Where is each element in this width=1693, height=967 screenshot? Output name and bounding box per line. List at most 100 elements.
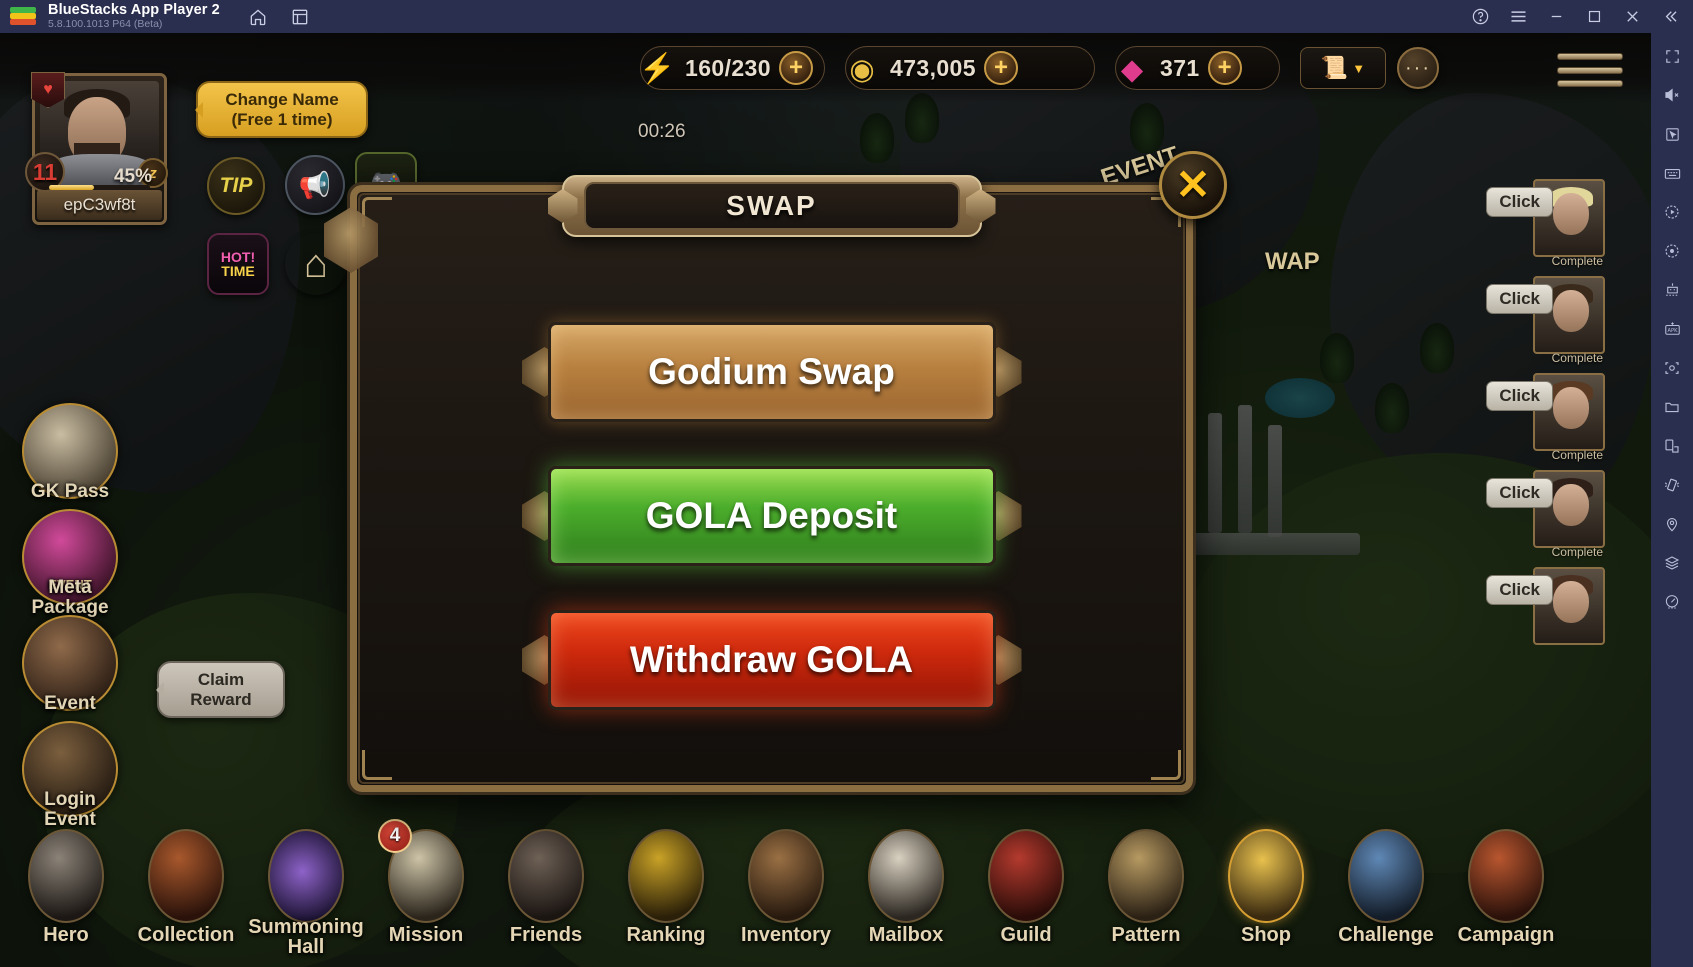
player-name: epC3wf8t (37, 190, 162, 220)
left-menu-item-meta-package[interactable]: EVENT Meta Package (22, 509, 118, 617)
change-name-tooltip[interactable]: Change Name (Free 1 time) (195, 81, 368, 139)
svg-text:APK: APK (1667, 327, 1678, 333)
gem-resource[interactable]: ◆ 371 + (1115, 46, 1280, 90)
quest-click-button[interactable]: Click (1486, 478, 1553, 508)
left-menu-item-gk-pass[interactable]: GK Pass (22, 403, 118, 501)
install-apk-icon[interactable]: APK (1657, 314, 1687, 344)
nav-label: Challenge (1338, 924, 1434, 946)
quest-click-button[interactable]: Click (1486, 381, 1553, 411)
nav-label: Collection (137, 924, 235, 946)
quest-row[interactable]: Click Complete (1455, 367, 1605, 464)
hot-time-button[interactable]: HOT! TIME (207, 233, 269, 295)
more-options-button[interactable]: ··· (1397, 47, 1439, 89)
megaphone-icon: 📢 (298, 169, 332, 200)
mailbox-icon (868, 829, 944, 923)
home-icon[interactable] (248, 7, 268, 27)
challenge-icon (1348, 829, 1424, 923)
quest-row[interactable]: Click (1455, 561, 1605, 658)
portrait-face (1553, 193, 1589, 235)
nav-item-inventory[interactable]: Inventory (726, 827, 846, 959)
claim-reward-line-1: Claim (197, 670, 245, 689)
rotate-screen-icon[interactable] (1657, 431, 1687, 461)
left-menu-label: Meta (48, 577, 92, 599)
nav-item-collection[interactable]: Collection (126, 827, 246, 959)
nav-item-summoning-hall[interactable]: Summoning Hall (246, 827, 366, 959)
gem-add-button[interactable]: + (1207, 51, 1242, 85)
gold-add-button[interactable]: + (983, 51, 1018, 85)
quest-click-button[interactable]: Click (1486, 284, 1553, 314)
energy-add-button[interactable]: + (778, 51, 813, 85)
mail-scroll-button[interactable]: 📜 ▼ (1300, 47, 1386, 89)
screenshot-icon[interactable] (1657, 353, 1687, 383)
shake-icon[interactable] (1657, 470, 1687, 500)
layers-icon[interactable] (1657, 548, 1687, 578)
nav-item-mailbox[interactable]: Mailbox (846, 827, 966, 959)
menu-button[interactable] (1499, 0, 1537, 33)
godium-swap-button[interactable]: Godium Swap (521, 322, 1022, 422)
nav-item-pattern[interactable]: Pattern (1086, 827, 1206, 959)
game-menu-button[interactable] (1557, 53, 1623, 87)
inventory-icon (748, 829, 824, 923)
nav-item-campaign[interactable]: Campaign (1446, 827, 1566, 959)
coin-icon: ◉ (849, 53, 875, 86)
hamburger-line (1557, 66, 1623, 74)
portrait-face (1553, 484, 1589, 526)
minimize-button[interactable] (1537, 0, 1575, 33)
left-menu-item-login-event[interactable]: Login Event (22, 721, 118, 829)
godium-swap-label: Godium Swap (648, 351, 895, 392)
window-controls (1461, 0, 1689, 33)
help-button[interactable] (1461, 0, 1499, 33)
pointer-icon[interactable] (1657, 119, 1687, 149)
nav-item-guild[interactable]: Guild (966, 827, 1086, 959)
keyboard-controls-icon[interactable] (1657, 158, 1687, 188)
claim-reward-tooltip[interactable]: Claim Reward (156, 661, 285, 719)
energy-resource[interactable]: ⚡ 160/230 + (639, 46, 825, 90)
claim-reward-line-2: Reward (190, 689, 252, 709)
app-title: BlueStacks App Player 2 (48, 1, 220, 18)
nav-item-ranking[interactable]: Ranking (606, 827, 726, 959)
nav-item-friends[interactable]: Friends (486, 827, 606, 959)
left-menu-item-event[interactable]: Event (22, 615, 118, 713)
bluestacks-titlebar[interactable]: BlueStacks App Player 2 5.8.100.1013 P64… (0, 0, 1693, 33)
close-dialog-button[interactable]: ✕ (1159, 151, 1227, 219)
nav-item-shop[interactable]: Shop (1206, 827, 1326, 959)
player-card[interactable]: ♥ 11 z 45% epC3wf8t (25, 72, 168, 225)
dialog-title-inner: SWAP (583, 182, 960, 230)
media-folder-icon[interactable] (1657, 392, 1687, 422)
quest-row[interactable]: Click Complete (1455, 173, 1605, 270)
collapse-button[interactable] (1651, 0, 1689, 33)
quest-click-button[interactable]: Click (1486, 575, 1553, 605)
quest-row[interactable]: Click Complete (1455, 464, 1605, 561)
announcement-button[interactable]: 📢 (285, 155, 345, 215)
nav-label: Mailbox (868, 924, 944, 946)
left-menu: GK Pass EVENT Meta Package Event Login E… (14, 403, 126, 829)
close-button[interactable] (1613, 0, 1651, 33)
quest-click-button[interactable]: Click (1486, 187, 1553, 217)
dialog-title: SWAP (726, 190, 817, 221)
hot-time-label-2: TIME (221, 263, 255, 279)
mute-icon[interactable] (1657, 80, 1687, 110)
location-icon[interactable] (1657, 509, 1687, 539)
tip-button[interactable]: TIP (207, 157, 265, 215)
withdraw-gola-surface: Withdraw GOLA (547, 610, 996, 710)
macro-play-icon[interactable] (1657, 197, 1687, 227)
macro-record-icon[interactable] (1657, 236, 1687, 266)
nav-label: Inventory (740, 924, 832, 946)
tip-label: TIP (219, 174, 253, 197)
swap-world-label: WAP (1265, 248, 1320, 275)
fullscreen-icon[interactable] (1657, 41, 1687, 71)
gamepad-icon[interactable] (1657, 587, 1687, 617)
multi-instance-icon[interactable] (1657, 275, 1687, 305)
game-viewport[interactable]: ⚡ 160/230 + ◉ 473,005 + ◆ 371 + 00:26 📜 … (0, 33, 1651, 967)
quest-row[interactable]: Click Complete (1455, 270, 1605, 367)
shop-icon (1228, 829, 1304, 923)
gola-deposit-button[interactable]: GOLA Deposit (521, 466, 1022, 566)
change-name-line-2: (Free 1 time) (231, 109, 333, 129)
nav-item-hero[interactable]: Hero (6, 827, 126, 959)
nav-item-mission[interactable]: 4 Mission (366, 819, 486, 959)
instances-icon[interactable] (290, 7, 310, 27)
gold-resource[interactable]: ◉ 473,005 + (845, 46, 1095, 90)
maximize-button[interactable] (1575, 0, 1613, 33)
nav-item-challenge[interactable]: Challenge (1326, 827, 1446, 959)
withdraw-gola-button[interactable]: Withdraw GOLA (521, 610, 1022, 710)
